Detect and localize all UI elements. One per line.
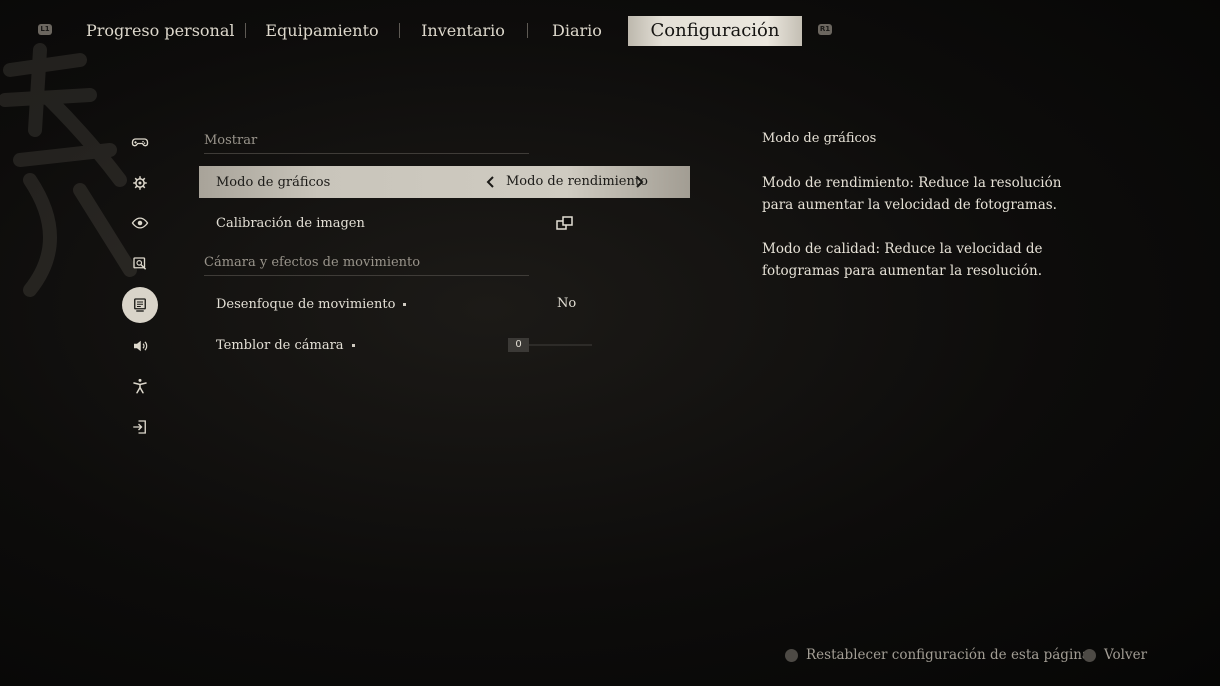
top-tab-bar: L1 Progreso personal Equipamiento Invent… <box>0 0 1220 62</box>
modified-dot <box>351 343 355 347</box>
reset-page-hint[interactable]: Restablecer configuración de esta página <box>785 646 1090 664</box>
tab-separator <box>245 23 246 38</box>
setting-label: Desenfoque de movimiento <box>216 297 407 312</box>
circle-button-icon <box>1083 648 1096 662</box>
tab-inventario[interactable]: Inventario <box>418 16 508 46</box>
display-icon[interactable] <box>122 287 158 323</box>
tab-separator <box>399 23 400 38</box>
setting-value: No <box>557 296 577 311</box>
back-hint[interactable]: Volver <box>1083 646 1147 664</box>
camera-shake-slider-value[interactable]: 0 <box>508 338 529 352</box>
tab-diario[interactable]: Diario <box>547 16 607 46</box>
magnifier-icon[interactable] <box>122 246 158 282</box>
section-title-mostrar: Mostrar <box>204 133 529 154</box>
setting-label: Modo de gráficos <box>216 174 331 190</box>
description-paragraph: Modo de rendimiento: Reduce la resolució… <box>762 175 1062 213</box>
background-calligraphy <box>0 43 137 297</box>
gamepad-icon[interactable] <box>122 124 158 160</box>
l1-bumper-hint[interactable]: L1 <box>38 24 52 35</box>
description-paragraph: Modo de calidad: Reduce la velocidad de … <box>762 241 1043 279</box>
setting-value: Modo de rendimiento <box>506 174 648 189</box>
chevron-left-icon[interactable] <box>484 175 498 189</box>
tab-separator <box>527 23 528 38</box>
description-title: Modo de gráficos <box>762 131 877 146</box>
open-window-icon[interactable] <box>556 215 573 232</box>
gear-icon[interactable] <box>122 165 158 201</box>
setting-label: Temblor de cámara <box>216 338 355 353</box>
back-label: Volver <box>1104 647 1148 663</box>
eye-icon[interactable] <box>122 205 158 241</box>
setting-row-graphics-mode[interactable]: Modo de gráficos Modo de rendimiento <box>199 166 690 198</box>
tab-equipamiento[interactable]: Equipamiento <box>262 16 382 46</box>
tab-configuracion[interactable]: Configuración <box>628 16 802 46</box>
accessibility-icon[interactable] <box>122 368 158 404</box>
exit-icon[interactable] <box>122 409 158 445</box>
r1-bumper-hint[interactable]: R1 <box>818 24 832 35</box>
setting-row-motion-blur[interactable]: Desenfoque de movimiento No <box>199 288 690 320</box>
section-title-camara: Cámara y efectos de movimiento <box>204 255 529 276</box>
modified-dot <box>403 302 407 306</box>
setting-row-camera-shake[interactable]: Temblor de cámara 0 <box>199 329 690 361</box>
setting-row-image-calibration[interactable]: Calibración de imagen <box>199 207 690 239</box>
chevron-right-icon[interactable] <box>632 175 646 189</box>
touchpad-button-icon <box>785 648 798 662</box>
setting-label: Calibración de imagen <box>216 215 365 231</box>
reset-page-label: Restablecer configuración de esta página <box>806 647 1091 663</box>
speaker-icon[interactable] <box>122 328 158 364</box>
tab-progreso-personal[interactable]: Progreso personal <box>86 16 235 46</box>
